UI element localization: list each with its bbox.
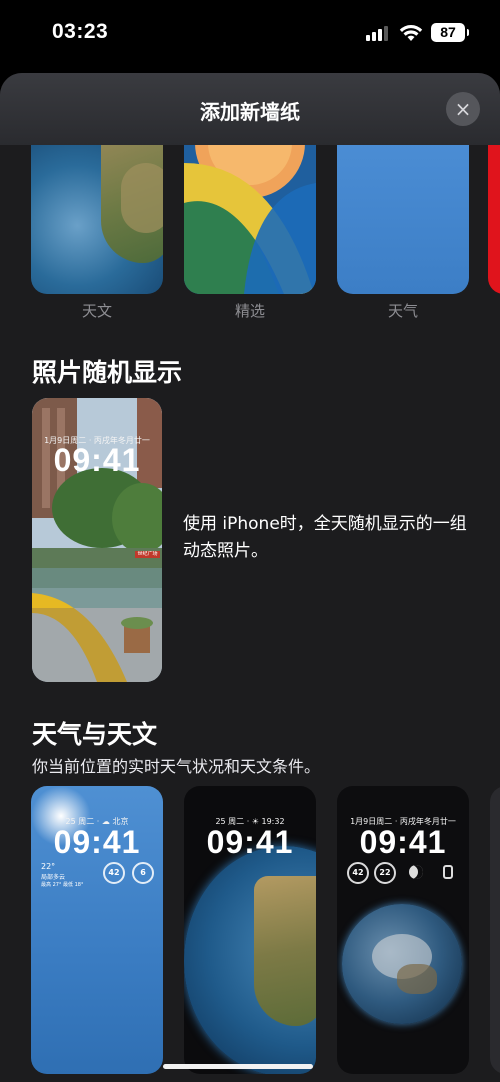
weather-card-time: 09:41 (53, 824, 141, 860)
aqi-widget: 42 (347, 862, 369, 884)
thumb-label-weather: 天气 (387, 302, 418, 320)
uv-widget: 6 (132, 862, 154, 884)
wallpaper-thumb-featured[interactable] (184, 123, 316, 294)
section-title-weather-astronomy: 天气与天文 (32, 720, 158, 749)
battery-indicator: 87 (431, 23, 469, 42)
preview-lock-time: 09:41 (53, 442, 141, 478)
cellular-signal-icon (366, 25, 390, 41)
weather-widget-range: 最高 27° 最低 18° (41, 882, 84, 888)
add-wallpaper-sheet: 添加新墙纸 × 天文 精选 天气 照片随机显示 1月9日周二 · 丙戌年冬月廿一… (0, 73, 500, 1082)
thumb-label-featured: 精选 (234, 302, 265, 320)
status-time: 03:23 (52, 20, 109, 43)
battery-widget-icon (443, 865, 453, 879)
earth-globe-night (342, 904, 462, 1024)
temperature-widget: 22 (374, 862, 396, 884)
moon-phase-icon (409, 865, 423, 879)
earth-wallpaper-card[interactable]: 25 周二 · ☀ 19:32 09:41 (184, 786, 316, 1074)
section-subtitle-weather-astronomy: 你当前位置的实时天气状况和天文条件。 (32, 757, 321, 776)
sheet-title: 添加新墙纸 (200, 100, 300, 124)
photo-shuffle-preview[interactable]: 1月9日周二 · 丙戌年冬月廿一 09:41 世纪广场 (32, 398, 162, 682)
earth-globe (184, 846, 316, 1074)
weather-widget-temp: 22° (41, 862, 56, 871)
astronomy-wallpaper-card[interactable]: 1月9日周二 · 丙戌年冬月廿一 09:41 42 22 (337, 786, 469, 1074)
weather-wallpaper-card[interactable]: 25 周二 · ☁ 北京 09:41 22° 局部多云 最高 27° 最低 18… (31, 786, 163, 1074)
status-bar: 03:23 87 (0, 0, 500, 70)
weather-widget-desc: 局部多云 (41, 874, 66, 881)
wallpaper-card-partial[interactable] (490, 786, 500, 1074)
wallpaper-thumb-weather[interactable] (337, 123, 469, 294)
aqi-widget: 42 (103, 862, 125, 884)
earth-card-time: 09:41 (206, 824, 294, 860)
wallpaper-thumb-partial[interactable] (488, 123, 500, 294)
wifi-icon (399, 25, 423, 41)
sheet-header: 添加新墙纸 × (0, 73, 500, 145)
section-title-photo-shuffle: 照片随机显示 (32, 358, 183, 387)
home-indicator[interactable] (163, 1064, 313, 1069)
close-icon: × (454, 97, 472, 121)
preview-sign-text: 世纪广场 (137, 551, 158, 557)
photo-shuffle-description: 使用 iPhone时，全天随机显示的一组动态照片。 (183, 514, 467, 561)
featured-wallpaper-art (184, 123, 316, 294)
thumb-label-astronomy: 天文 (81, 302, 112, 320)
wallpaper-thumb-astronomy[interactable] (31, 123, 163, 294)
astronomy-card-time: 09:41 (359, 824, 447, 860)
close-button[interactable]: × (446, 92, 480, 126)
